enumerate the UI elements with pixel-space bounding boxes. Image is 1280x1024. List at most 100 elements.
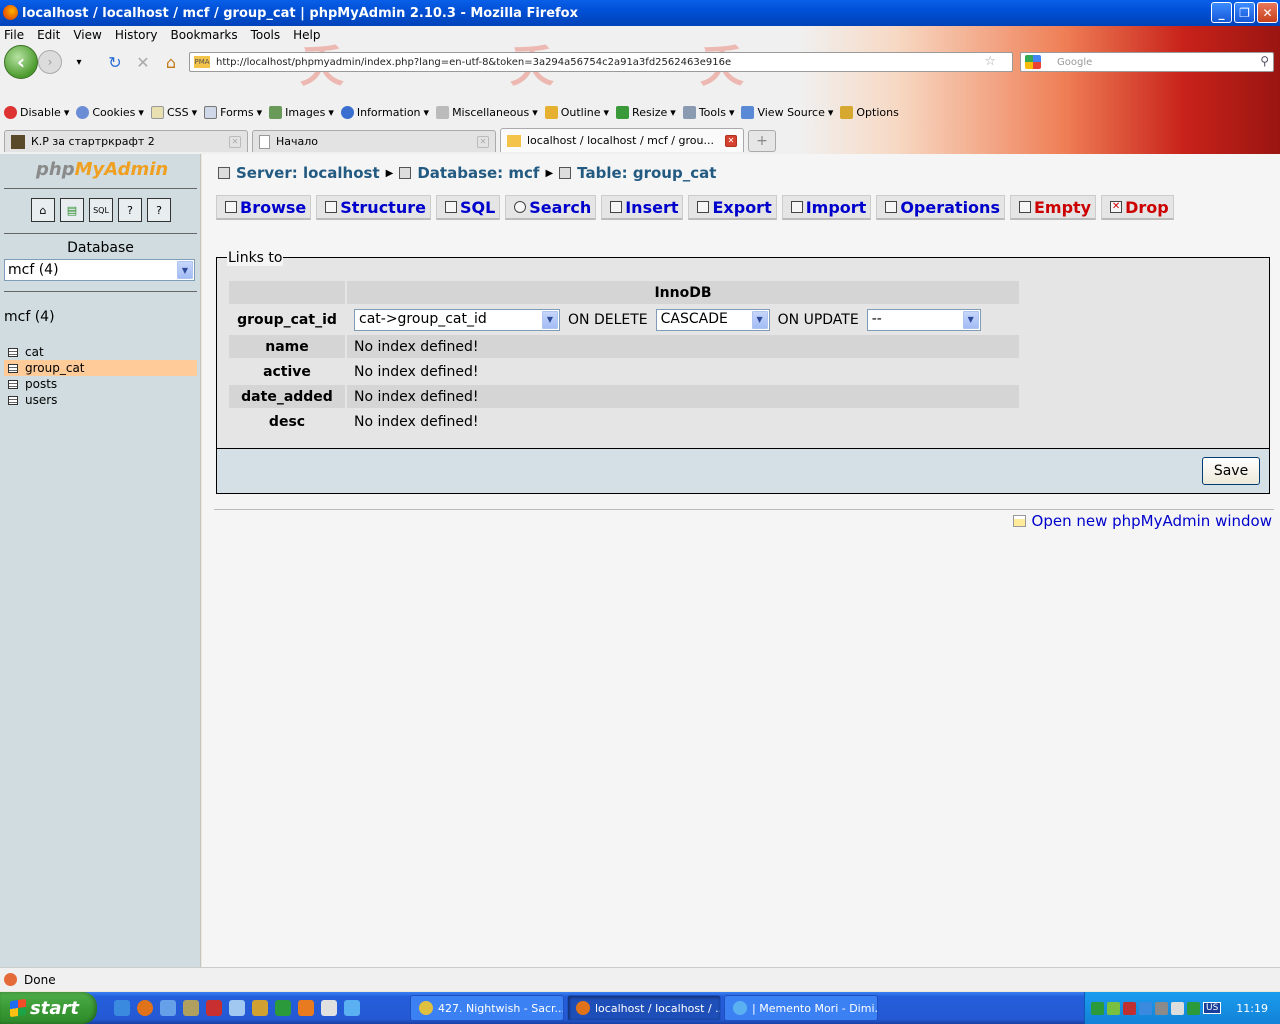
webdev-view-source[interactable]: View Source ▾ <box>741 106 833 119</box>
app-icon[interactable] <box>229 1000 245 1016</box>
app-icon[interactable] <box>344 1000 360 1016</box>
flag-icon[interactable] <box>206 1000 222 1016</box>
app-icon[interactable] <box>275 1000 291 1016</box>
fk-reference-select[interactable]: cat->group_cat_id ▼ <box>354 308 560 331</box>
docs-icon[interactable]: ? <box>118 198 142 222</box>
app-icon[interactable] <box>160 1000 176 1016</box>
table-list-item-active[interactable]: group_cat <box>4 360 197 376</box>
table-name[interactable]: users <box>25 393 57 407</box>
close-window-button[interactable]: ✕ <box>1257 2 1278 23</box>
table-icon[interactable] <box>8 395 18 405</box>
on-delete-select[interactable]: CASCADE ▼ <box>655 308 770 331</box>
new-tab-button[interactable]: + <box>748 130 776 152</box>
table-name[interactable]: posts <box>25 377 57 391</box>
tab-browse[interactable]: Browse <box>216 195 312 220</box>
tab-structure[interactable]: Structure <box>316 195 431 220</box>
taskbar-task[interactable]: | Memento Mori - Dimi... <box>724 995 878 1021</box>
webdev-miscellaneous[interactable]: Miscellaneous ▾ <box>436 106 538 119</box>
database-select[interactable]: mcf (4) ▼ <box>4 259 195 281</box>
tab-search[interactable]: Search <box>505 195 597 220</box>
webdev-cookies[interactable]: Cookies ▾ <box>76 106 144 119</box>
mysql-docs-icon[interactable]: ? <box>147 198 171 222</box>
webdev-css[interactable]: CSS ▾ <box>150 106 197 119</box>
webdev-options[interactable]: Options <box>840 106 899 119</box>
maximize-button[interactable]: ❐ <box>1234 2 1255 23</box>
tab-operations[interactable]: Operations <box>876 195 1005 220</box>
vlc-icon[interactable] <box>298 1000 314 1016</box>
table-list-item[interactable]: users <box>4 392 197 408</box>
volume-icon[interactable] <box>1170 1001 1184 1015</box>
tab-close-icon[interactable]: ✕ <box>229 135 241 148</box>
menu-view[interactable]: View <box>73 28 101 42</box>
query-window-icon[interactable]: ▤ <box>60 198 84 222</box>
forward-button[interactable]: › <box>38 50 62 74</box>
db-title-link[interactable]: mcf (4) <box>4 309 55 325</box>
notepad-icon[interactable] <box>321 1000 337 1016</box>
webdev-resize[interactable]: Resize ▾ <box>616 106 676 119</box>
browser-tab-active[interactable]: localhost / localhost / mcf / grou... ✕ <box>500 128 744 152</box>
table-icon[interactable] <box>8 347 18 357</box>
tab-sql[interactable]: SQL <box>435 195 501 220</box>
menu-edit[interactable]: Edit <box>37 28 60 42</box>
back-button[interactable]: ‹ <box>4 45 38 79</box>
breadcrumb-server[interactable]: Server: localhost <box>236 164 380 182</box>
tab-close-icon[interactable]: ✕ <box>477 135 489 148</box>
table-name[interactable]: cat <box>25 345 44 359</box>
webdev-images[interactable]: Images ▾ <box>269 106 334 119</box>
chevron-down-icon[interactable]: ▼ <box>542 310 558 329</box>
tray-icon[interactable] <box>1154 1001 1168 1015</box>
history-dropdown-icon[interactable]: ▾ <box>68 51 90 73</box>
firefox-icon[interactable] <box>137 1000 153 1016</box>
table-icon[interactable] <box>8 379 18 389</box>
home-icon[interactable]: ⌂ <box>160 51 182 73</box>
breadcrumb-table[interactable]: Table: group_cat <box>577 164 716 182</box>
table-icon[interactable] <box>8 363 18 373</box>
tab-close-icon[interactable]: ✕ <box>725 134 737 147</box>
app-icon[interactable] <box>252 1000 268 1016</box>
menu-bookmarks[interactable]: Bookmarks <box>171 28 238 42</box>
tray-icon[interactable] <box>1106 1001 1120 1015</box>
table-list-item[interactable]: cat <box>4 344 197 360</box>
tray-icon[interactable] <box>1138 1001 1152 1015</box>
sql-icon[interactable]: SQL <box>89 198 113 222</box>
search-bar[interactable]: Google ⚲ <box>1020 52 1274 72</box>
tray-icon[interactable] <box>1122 1001 1136 1015</box>
language-indicator[interactable]: US <box>1202 1002 1222 1014</box>
new-window-link-text[interactable]: Open new phpMyAdmin window <box>1032 512 1272 530</box>
webdev-information[interactable]: Information ▾ <box>340 106 429 119</box>
tab-drop[interactable]: ✕ Drop <box>1101 195 1174 220</box>
google-icon[interactable] <box>1025 55 1041 69</box>
stop-icon[interactable]: ✕ <box>132 51 154 73</box>
minimize-button[interactable]: _ <box>1211 2 1232 23</box>
bookmark-star-icon[interactable]: ☆ <box>984 54 996 69</box>
webdev-disable[interactable]: Disable ▾ <box>4 106 69 119</box>
browser-tab[interactable]: Начало ✕ <box>252 130 496 152</box>
breadcrumb-database[interactable]: Database: mcf <box>417 164 539 182</box>
menu-help[interactable]: Help <box>293 28 320 42</box>
tray-icon[interactable] <box>1090 1001 1104 1015</box>
chevron-down-icon[interactable]: ▼ <box>962 310 979 329</box>
taskbar-task-active[interactable]: localhost / localhost / ... <box>567 995 721 1021</box>
save-button[interactable]: Save <box>1202 457 1260 485</box>
webdev-forms[interactable]: Forms ▾ <box>204 106 262 119</box>
home-icon[interactable]: ⌂ <box>31 198 55 222</box>
tab-export[interactable]: Export <box>688 195 777 220</box>
chevron-down-icon[interactable]: ▼ <box>751 310 768 329</box>
search-icon[interactable]: ⚲ <box>1260 54 1269 68</box>
reload-icon[interactable]: ↻ <box>104 51 126 73</box>
ie-icon[interactable] <box>114 1000 130 1016</box>
app-icon[interactable] <box>183 1000 199 1016</box>
menu-tools[interactable]: Tools <box>251 28 281 42</box>
menu-file[interactable]: File <box>4 28 24 42</box>
url-bar[interactable]: PMA http://localhost/phpmyadmin/index.ph… <box>189 52 1013 72</box>
new-window-link[interactable]: Open new phpMyAdmin window <box>1012 512 1272 530</box>
table-list-item[interactable]: posts <box>4 376 197 392</box>
start-button[interactable]: start <box>0 992 97 1024</box>
table-name[interactable]: group_cat <box>25 361 85 375</box>
taskbar-task[interactable]: 427. Nightwish - Sacr... <box>410 995 564 1021</box>
tab-import[interactable]: Import <box>781 195 872 220</box>
tab-insert[interactable]: Insert <box>601 195 684 220</box>
menu-history[interactable]: History <box>115 28 158 42</box>
pma-logo[interactable]: phpMyAdmin <box>36 159 168 180</box>
chevron-down-icon[interactable]: ▼ <box>177 261 193 279</box>
